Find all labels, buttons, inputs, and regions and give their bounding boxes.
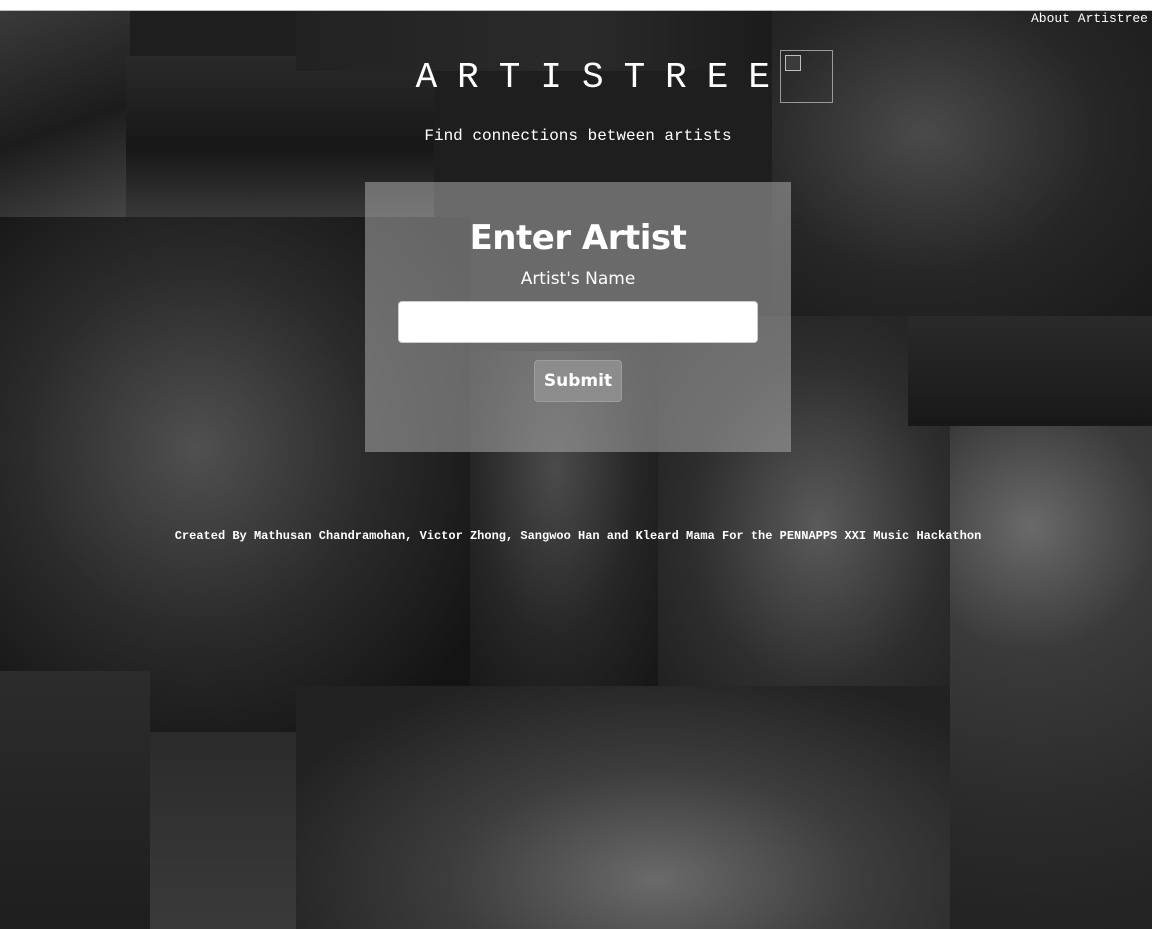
broken-image-icon: [780, 50, 833, 103]
artist-name-input[interactable]: [398, 301, 758, 343]
form-heading: Enter Artist: [469, 218, 687, 258]
background-photo: [296, 686, 950, 929]
background-photo: [908, 316, 1152, 426]
image-placeholder-icon: [785, 55, 801, 71]
artist-name-label: Artist's Name: [520, 269, 636, 289]
submit-button[interactable]: Submit: [534, 360, 622, 402]
background-photo: [0, 671, 150, 929]
browser-top-strip: [0, 0, 1152, 11]
credits-text: Created By Mathusan Chandramohan, Victor…: [174, 529, 982, 543]
tagline: Find connections between artists: [424, 127, 732, 145]
background-photo: [0, 11, 130, 217]
site-title: ARTISTREE: [415, 57, 790, 98]
background-photo-collage: [0, 11, 1152, 929]
background-photo: [950, 426, 1152, 929]
background-photo: [150, 732, 298, 929]
about-artistree-link[interactable]: About Artistree: [1031, 11, 1148, 26]
artist-search-panel: Enter Artist Artist's Name Submit: [365, 182, 791, 452]
